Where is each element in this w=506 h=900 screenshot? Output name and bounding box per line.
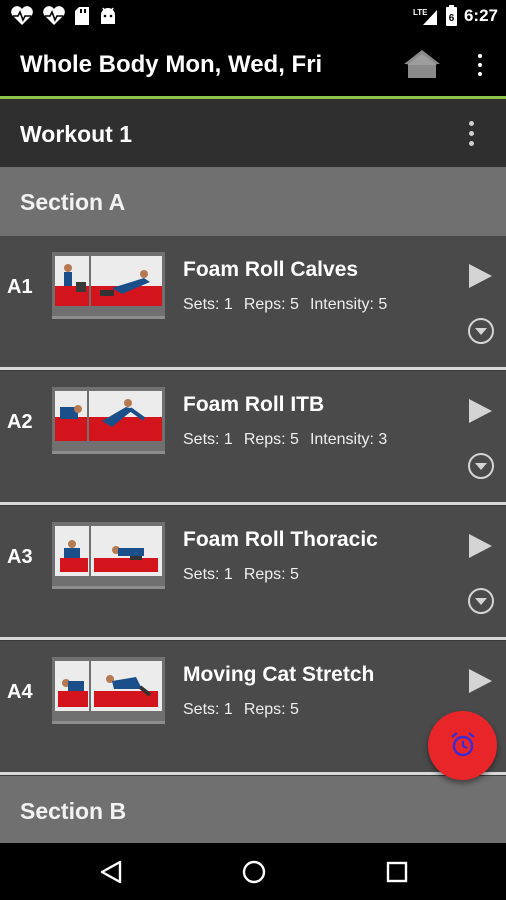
intensity-label: Intensity: 5 [309, 296, 388, 313]
exercise-code: A4 [7, 681, 33, 703]
exercise-stats: Sets: 1 Reps: 5 Intensity: 3 [183, 431, 398, 449]
sets-label: Sets: 1 [183, 296, 233, 313]
alarm-clock-icon [451, 732, 475, 757]
system-nav-bar [0, 843, 506, 900]
reps-label: Reps: 5 [243, 431, 299, 448]
app-bar: Whole Body Mon, Wed, Fri [0, 32, 506, 96]
play-icon[interactable] [469, 264, 492, 288]
exercise-name: Foam Roll Thoracic [183, 528, 378, 551]
heart-pulse-icon [43, 6, 65, 25]
reps-label: Reps: 5 [243, 566, 299, 583]
sets-label: Sets: 1 [183, 566, 233, 583]
exercise-thumbnail[interactable] [52, 522, 165, 589]
timer-fab-button[interactable] [428, 711, 497, 780]
sd-card-icon [75, 7, 89, 25]
exercise-row[interactable]: A1 Foam Roll Calves Sets: 1 Reps: 5 Intens… [0, 236, 506, 370]
battery-icon: 6 [445, 5, 457, 26]
intensity-label: Intensity: 3 [309, 431, 388, 448]
notification-icons [10, 6, 118, 26]
more-vert-icon[interactable] [470, 52, 490, 78]
heart-pulse-icon [11, 6, 33, 25]
app-title: Whole Body Mon, Wed, Fri [20, 51, 323, 78]
workout-header[interactable]: Workout 1 [0, 99, 506, 167]
exercise-row[interactable]: A2 Foam Roll ITB Sets: 1 Reps: 5 Intensity… [0, 371, 506, 505]
exercise-code: A2 [7, 411, 33, 433]
network-type-label: LTE [413, 8, 428, 17]
exercise-code: A3 [7, 546, 33, 568]
battery-level-label: 6 [449, 13, 455, 24]
section-label: Section B [20, 798, 127, 824]
exercise-thumbnail[interactable] [52, 252, 165, 319]
workout-title: Workout 1 [20, 121, 133, 147]
expand-circle-icon[interactable] [468, 588, 494, 614]
exercise-stats: Sets: 1 Reps: 5 Intensity: 5 [183, 296, 398, 314]
play-icon[interactable] [469, 669, 492, 693]
reps-label: Reps: 5 [243, 296, 299, 313]
expand-circle-icon[interactable] [468, 453, 494, 479]
exercise-name: Foam Roll ITB [183, 393, 325, 416]
reps-label: Reps: 5 [243, 701, 299, 718]
home-icon [404, 50, 440, 78]
exercise-row[interactable]: A3 Foam Roll Thoracic Sets: 1 Reps: 5 [0, 506, 506, 640]
signal-icon: LTE [413, 8, 437, 25]
recents-icon[interactable] [386, 861, 408, 883]
exercise-name: Moving Cat Stretch [183, 663, 375, 686]
exercise-code: A1 [7, 276, 33, 298]
home-circle-icon[interactable] [242, 860, 266, 884]
exercise-stats: Sets: 1 Reps: 5 [183, 566, 310, 584]
home-button[interactable] [403, 49, 441, 84]
status-icons: LTE 6 6:27 [413, 5, 498, 27]
exercise-thumbnail[interactable] [52, 657, 165, 724]
section-header-a[interactable]: Section A [0, 167, 506, 236]
exercise-stats: Sets: 1 Reps: 5 [183, 701, 310, 719]
workout-menu-icon[interactable] [462, 119, 482, 149]
sets-label: Sets: 1 [183, 701, 233, 718]
expand-circle-icon[interactable] [468, 318, 494, 344]
android-icon [101, 7, 115, 24]
back-icon[interactable] [100, 860, 122, 884]
section-label: Section A [20, 189, 126, 215]
exercise-name: Foam Roll Calves [183, 258, 359, 281]
section-header-b[interactable]: Section B [0, 776, 506, 843]
clock: 6:27 [463, 6, 498, 25]
play-icon[interactable] [469, 399, 492, 423]
sets-label: Sets: 1 [183, 431, 233, 448]
status-bar: LTE 6 6:27 [0, 0, 506, 32]
play-icon[interactable] [469, 534, 492, 558]
exercise-thumbnail[interactable] [52, 387, 165, 454]
